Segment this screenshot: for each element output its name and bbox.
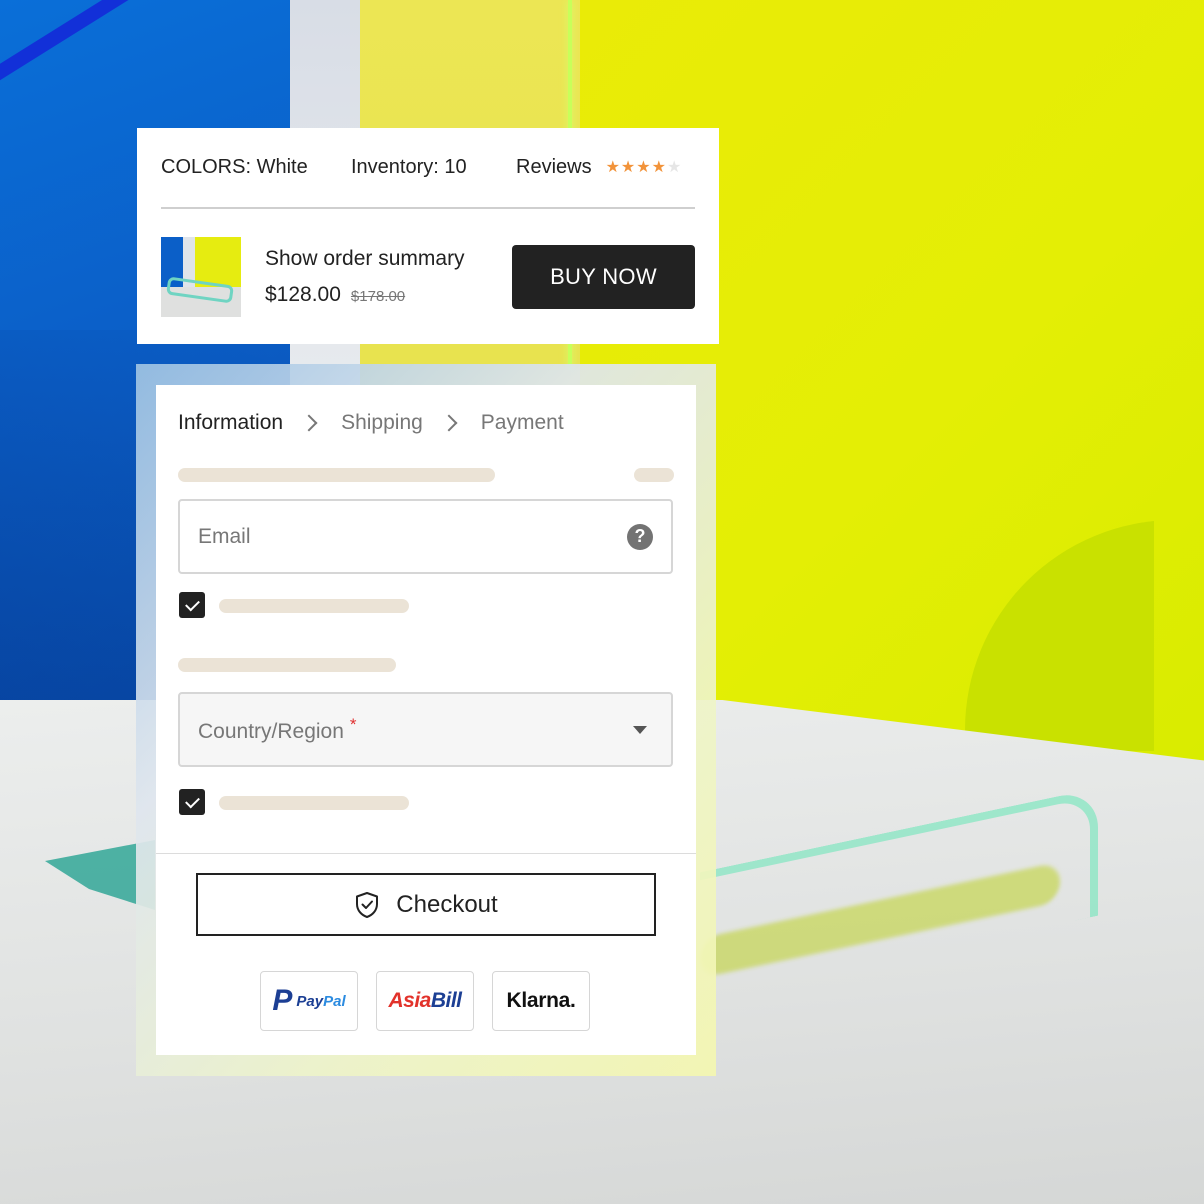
show-order-summary-link[interactable]: Show order summary bbox=[265, 247, 512, 271]
reviews[interactable]: Reviews ★ ★ ★ ★ ★ bbox=[516, 156, 681, 179]
reviews-label: Reviews bbox=[516, 156, 592, 178]
checkout-card: Information Shipping Payment Email ? Cou… bbox=[156, 385, 696, 1055]
star-icon: ★ bbox=[620, 158, 636, 176]
price-group: $128.00 $178.00 bbox=[265, 283, 512, 307]
email-placeholder: Email bbox=[198, 524, 251, 548]
country-placeholder: Country/Region * bbox=[198, 715, 357, 743]
step-shipping[interactable]: Shipping bbox=[341, 411, 423, 435]
inventory-label: Inventory: 10 bbox=[351, 156, 467, 178]
product-summary-card: COLORS: White Inventory: 10 Reviews ★ ★ … bbox=[137, 128, 719, 344]
caret-down-icon bbox=[633, 725, 647, 734]
country-region-select[interactable]: Country/Region * bbox=[178, 692, 673, 767]
required-mark: * bbox=[349, 715, 357, 734]
skeleton-heading bbox=[178, 468, 495, 482]
klarna-logo[interactable]: Klarna. bbox=[492, 971, 590, 1031]
skeleton-checkbox-label bbox=[219, 599, 409, 613]
checkout-button[interactable]: Checkout bbox=[196, 873, 656, 936]
skeleton-section-heading bbox=[178, 658, 396, 672]
star-empty-icon: ★ bbox=[666, 158, 682, 176]
buy-now-button[interactable]: BUY NOW bbox=[512, 244, 695, 309]
chevron-right-icon bbox=[440, 414, 458, 432]
current-price: $128.00 bbox=[265, 282, 341, 306]
shield-check-icon bbox=[356, 891, 379, 918]
star-icon: ★ bbox=[651, 158, 666, 176]
star-icon: ★ bbox=[636, 158, 651, 176]
payment-methods: P PayPal Asia Bill Klarna. bbox=[260, 971, 590, 1031]
divider bbox=[156, 853, 696, 854]
save-info-checkbox[interactable] bbox=[179, 789, 205, 815]
asiabill-logo[interactable]: Asia Bill bbox=[376, 971, 474, 1031]
newsletter-checkbox[interactable] bbox=[179, 592, 205, 618]
checkout-label: Checkout bbox=[396, 890, 498, 918]
checkout-steps: Information Shipping Payment bbox=[178, 411, 564, 435]
order-info: Show order summary $128.00 $178.00 bbox=[265, 247, 512, 307]
colors-label: COLORS: White bbox=[161, 156, 308, 178]
chevron-right-icon bbox=[300, 414, 318, 432]
step-payment[interactable]: Payment bbox=[481, 411, 564, 435]
email-field[interactable]: Email ? bbox=[178, 499, 673, 574]
check-icon bbox=[184, 793, 200, 808]
product-meta-row: COLORS: White Inventory: 10 Reviews ★ ★ … bbox=[161, 128, 695, 209]
paypal-logo[interactable]: P PayPal bbox=[260, 971, 358, 1031]
question-icon[interactable]: ? bbox=[627, 523, 653, 550]
order-row: Show order summary $128.00 $178.00 BUY N… bbox=[161, 209, 695, 344]
original-price: $178.00 bbox=[350, 287, 406, 305]
product-thumbnail[interactable] bbox=[161, 236, 241, 317]
step-information[interactable]: Information bbox=[178, 411, 283, 435]
star-icon: ★ bbox=[605, 158, 620, 176]
skeleton-checkbox-label bbox=[219, 796, 409, 810]
skeleton-link bbox=[634, 468, 674, 482]
check-icon bbox=[184, 596, 200, 611]
rating-stars: ★ ★ ★ ★ ★ bbox=[605, 158, 682, 176]
